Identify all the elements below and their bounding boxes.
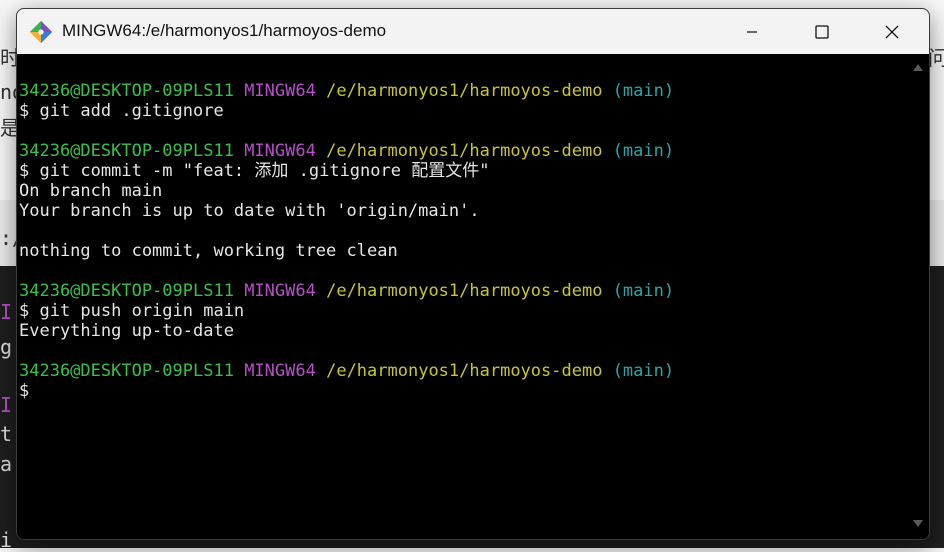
terminal-window[interactable]: MINGW64:/e/harmonyos1/harmoyos-demo 3423…	[16, 8, 930, 540]
window-title: MINGW64:/e/harmonyos1/harmoyos-demo	[62, 21, 387, 40]
output-line: $ git commit -m "feat: 添加 .gitignore 配置文…	[19, 161, 490, 181]
prompt-line: 34236@DESKTOP-09PLS11 MINGW64 /e/harmony…	[19, 81, 674, 101]
git-diamond-icon	[30, 21, 52, 43]
prompt-path: /e/harmonyos1/harmoyos-demo	[326, 281, 603, 301]
prompt-branch: (main)	[612, 141, 675, 161]
prompt-path: /e/harmonyos1/harmoyos-demo	[326, 141, 603, 161]
output-line: On branch main	[19, 181, 163, 201]
output-line: $ git push origin main	[19, 301, 245, 321]
prompt-path: /e/harmonyos1/harmoyos-demo	[326, 81, 603, 101]
background-text-fragment: t	[0, 422, 13, 446]
title-bar[interactable]: MINGW64:/e/harmonyos1/harmoyos-demo	[17, 9, 929, 54]
output-line: Your branch is up to date with 'origin/m…	[19, 201, 480, 221]
background-text-fragment: I	[0, 300, 13, 324]
scroll-down-arrow-icon[interactable]	[913, 520, 923, 527]
prompt-system: MINGW64	[244, 81, 316, 101]
prompt-line: 34236@DESKTOP-09PLS11 MINGW64 /e/harmony…	[19, 361, 674, 381]
vertical-scrollbar[interactable]	[907, 54, 929, 539]
prompt-line: 34236@DESKTOP-09PLS11 MINGW64 /e/harmony…	[19, 281, 674, 301]
minimize-button[interactable]	[717, 9, 787, 54]
output-line: $	[19, 381, 30, 401]
background-text-fragment: a	[0, 452, 13, 476]
prompt-branch: (main)	[612, 81, 675, 101]
prompt-system: MINGW64	[244, 141, 316, 161]
prompt-line: 34236@DESKTOP-09PLS11 MINGW64 /e/harmony…	[19, 141, 674, 161]
minimize-icon	[747, 30, 757, 33]
maximize-button[interactable]	[787, 9, 857, 54]
terminal-output[interactable]: 34236@DESKTOP-09PLS11 MINGW64 /e/harmony…	[17, 54, 907, 539]
close-button[interactable]	[857, 9, 927, 54]
background-text-fragment: I	[0, 393, 13, 417]
output-line: nothing to commit, working tree clean	[19, 241, 398, 261]
prompt-user: 34236@DESKTOP-09PLS11	[19, 81, 234, 101]
background-text-fragment: 问	[928, 46, 944, 70]
prompt-user: 34236@DESKTOP-09PLS11	[19, 281, 234, 301]
prompt-system: MINGW64	[244, 281, 316, 301]
scroll-up-arrow-icon[interactable]	[913, 64, 923, 71]
prompt-user: 34236@DESKTOP-09PLS11	[19, 141, 234, 161]
prompt-user: 34236@DESKTOP-09PLS11	[19, 361, 234, 381]
background-text-fragment: i	[0, 528, 13, 552]
prompt-branch: (main)	[612, 361, 675, 381]
output-line: Everything up-to-date	[19, 321, 234, 341]
output-line: $ git add .gitignore	[19, 101, 224, 121]
maximize-icon	[815, 24, 829, 39]
close-icon	[885, 25, 899, 38]
prompt-system: MINGW64	[244, 361, 316, 381]
background-text-fragment: g	[0, 335, 13, 359]
prompt-path: /e/harmonyos1/harmoyos-demo	[326, 361, 603, 381]
prompt-branch: (main)	[612, 281, 675, 301]
